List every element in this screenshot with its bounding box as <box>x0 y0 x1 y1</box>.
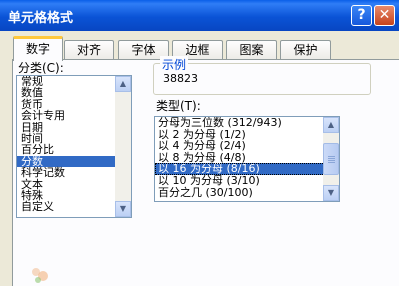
tab-number[interactable]: 数字 <box>13 36 63 61</box>
close-button[interactable]: ✕ <box>374 5 395 26</box>
decorative-logo-icon <box>32 268 48 283</box>
scroll-up-icon[interactable]: ▲ <box>323 117 339 133</box>
type-item[interactable]: 以 10 为分母 (3/10) <box>155 175 339 187</box>
scroll-up-icon[interactable]: ▲ <box>115 76 131 92</box>
scroll-thumb[interactable] <box>323 143 339 175</box>
tab-patterns[interactable]: 图案 <box>226 40 277 60</box>
scroll-down-icon[interactable]: ▼ <box>323 185 339 201</box>
tab-strip: 数字 对齐 字体 边框 图案 保护 <box>0 36 399 61</box>
window-title: 单元格格式 <box>8 11 74 26</box>
category-label: 分类(C): <box>18 61 64 75</box>
category-list[interactable]: 常规 数值 货币 会计专用 日期 时间 百分比 分数 科学记数 文本 特殊 自定… <box>16 75 132 218</box>
type-label: 类型(T): <box>156 99 201 113</box>
type-scrollbar[interactable]: ▲ ▼ <box>323 117 339 201</box>
sample-label: 示例 <box>160 56 189 73</box>
category-item-scientific[interactable]: 科学记数 <box>17 167 131 179</box>
category-item-custom[interactable]: 自定义 <box>17 201 131 213</box>
category-item-accounting[interactable]: 会计专用 <box>17 110 131 122</box>
type-item[interactable]: 百分之几 (30/100) <box>155 186 339 199</box>
scroll-down-icon[interactable]: ▼ <box>115 201 131 217</box>
help-button[interactable]: ? <box>351 5 372 26</box>
type-list[interactable]: 分母为三位数 (312/943) 以 2 为分母 (1/2) 以 4 为分母 (… <box>154 116 340 202</box>
tab-protection[interactable]: 保护 <box>280 40 331 60</box>
title-bar[interactable]: 单元格格式 ? ✕ <box>0 0 399 31</box>
type-item[interactable]: 分母为三位数 (312/943) <box>155 117 339 129</box>
tab-alignment[interactable]: 对齐 <box>64 40 114 60</box>
sample-value: 38823 <box>163 72 198 85</box>
category-scrollbar[interactable]: ▲ ▼ <box>115 76 131 217</box>
